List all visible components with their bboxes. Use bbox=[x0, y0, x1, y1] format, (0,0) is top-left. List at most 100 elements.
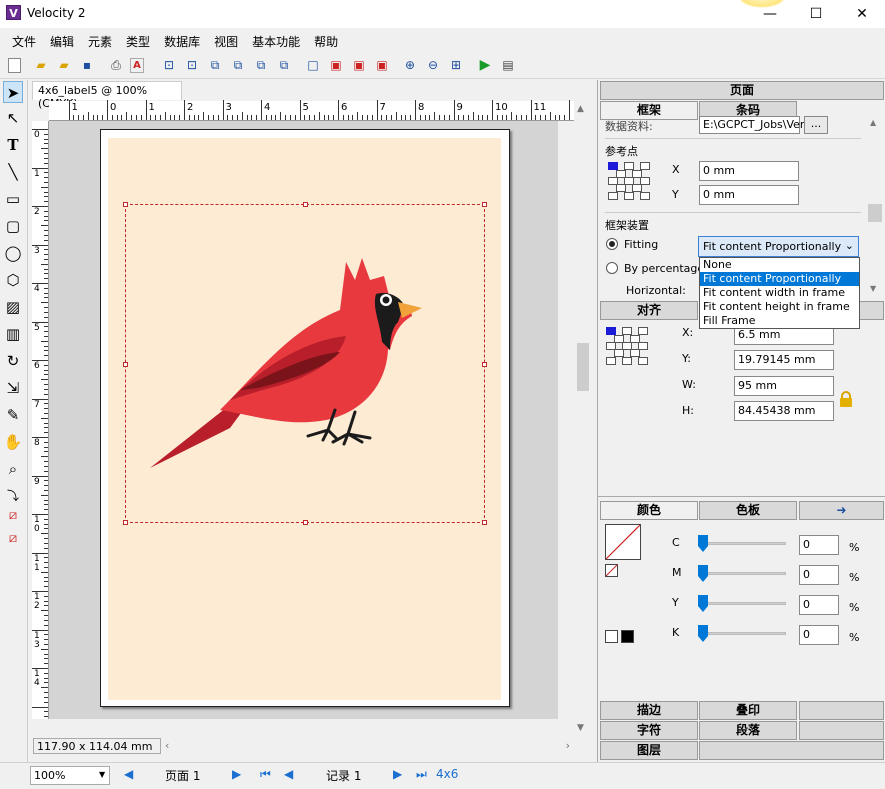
ungroup-icon[interactable]: ⧉ bbox=[275, 56, 293, 74]
fitting-option-none[interactable]: None bbox=[700, 258, 859, 272]
group-icon[interactable]: ⧉ bbox=[252, 56, 270, 74]
polygon-tool-icon[interactable]: ⬡ bbox=[3, 269, 23, 291]
data-file-field[interactable]: E:\GCPCT_Jobs\Ver bbox=[699, 116, 804, 134]
tab-color[interactable]: 颜色 bbox=[600, 501, 698, 520]
tab-overprint[interactable]: 叠印 bbox=[699, 701, 797, 720]
bring-forward-icon[interactable]: ⧉ bbox=[206, 56, 224, 74]
magenta-slider-thumb[interactable] bbox=[698, 565, 708, 582]
horizontal-scrollbar[interactable]: ‹ › bbox=[162, 739, 574, 753]
tab-layers[interactable]: 图层 bbox=[600, 741, 698, 760]
ref-cell[interactable] bbox=[614, 349, 624, 357]
text-tool-icon[interactable]: T bbox=[3, 134, 23, 156]
white-swatch[interactable] bbox=[605, 630, 618, 643]
panel-menu-arrow-icon[interactable]: ➜ bbox=[799, 501, 884, 520]
no-color-icon[interactable]: ⧄ bbox=[3, 528, 23, 550]
width-field[interactable]: 95 mm bbox=[734, 376, 834, 396]
tab-empty[interactable] bbox=[799, 701, 884, 720]
tab-stroke[interactable]: 描边 bbox=[600, 701, 698, 720]
menu-element[interactable]: 元素 bbox=[81, 30, 119, 53]
scroll-thumb[interactable] bbox=[868, 204, 882, 222]
zoom-in-icon[interactable]: ⊕ bbox=[401, 56, 419, 74]
tab-paragraph[interactable]: 段落 bbox=[699, 721, 797, 740]
y-offset-field[interactable]: 0 mm bbox=[699, 185, 799, 205]
ref-bottom-right[interactable] bbox=[640, 192, 650, 200]
align-center-icon[interactable]: ⊡ bbox=[183, 56, 201, 74]
fitting-option-height[interactable]: Fit content height in frame bbox=[700, 300, 859, 314]
ellipse-tool-icon[interactable]: ◯ bbox=[3, 242, 23, 264]
open-folder-icon[interactable]: ▰ bbox=[32, 56, 50, 74]
resize-handle-bottom-left[interactable] bbox=[123, 520, 128, 525]
resize-handle-top[interactable] bbox=[303, 202, 308, 207]
cyan-field[interactable]: 0 bbox=[799, 535, 839, 555]
rotate-tool-icon[interactable]: ↻ bbox=[3, 350, 23, 372]
menu-file[interactable]: 文件 bbox=[5, 30, 43, 53]
zoom-tool-icon[interactable]: ⌕ bbox=[3, 458, 23, 480]
black-field[interactable]: 0 bbox=[799, 625, 839, 645]
export-pdf-icon[interactable]: A bbox=[130, 58, 144, 73]
tab-swatches[interactable]: 色板 bbox=[699, 501, 797, 520]
black-slider-thumb[interactable] bbox=[698, 625, 708, 642]
frame-fill-icon[interactable]: ▣ bbox=[373, 56, 391, 74]
scroll-right-icon[interactable]: › bbox=[566, 739, 570, 752]
ref-bottom-left[interactable] bbox=[608, 192, 618, 200]
scroll-up-icon[interactable]: ▲ bbox=[870, 118, 876, 127]
save-icon[interactable]: ▪ bbox=[78, 56, 96, 74]
tab-empty[interactable] bbox=[699, 741, 884, 760]
first-record-icon[interactable]: ⏮ bbox=[260, 767, 271, 782]
run-icon[interactable]: ▶ bbox=[476, 56, 494, 74]
print-icon[interactable]: ⎙ bbox=[107, 56, 125, 74]
eyedropper-tool-icon[interactable]: ✎ bbox=[3, 404, 23, 426]
fitting-option-width[interactable]: Fit content width in frame bbox=[700, 286, 859, 300]
scroll-down-icon[interactable]: ▼ bbox=[577, 723, 584, 733]
align-reference-grid[interactable] bbox=[606, 327, 648, 365]
resize-handle-bottom[interactable] bbox=[303, 520, 308, 525]
by-percentage-radio[interactable] bbox=[606, 262, 618, 274]
zoom-select[interactable]: 100% ▼ bbox=[30, 766, 110, 785]
ref-top-right[interactable] bbox=[640, 162, 650, 170]
frame-bottom-icon[interactable]: ▣ bbox=[350, 56, 368, 74]
cyan-slider-thumb[interactable] bbox=[698, 535, 708, 552]
height-field[interactable]: 84.45438 mm bbox=[734, 401, 834, 421]
menu-basic-functions[interactable]: 基本功能 bbox=[245, 30, 307, 53]
tab-empty[interactable] bbox=[799, 721, 884, 740]
resize-handle-bottom-right[interactable] bbox=[482, 520, 487, 525]
scale-tool-icon[interactable]: ⇲ bbox=[3, 377, 23, 399]
selected-image-frame[interactable] bbox=[123, 202, 487, 525]
magenta-field[interactable]: 0 bbox=[799, 565, 839, 585]
menu-view[interactable]: 视图 bbox=[207, 30, 245, 53]
menu-edit[interactable]: 编辑 bbox=[43, 30, 81, 53]
yellow-slider-thumb[interactable] bbox=[698, 595, 708, 612]
maximize-button[interactable]: ☐ bbox=[793, 0, 839, 28]
last-record-icon[interactable]: ⏭ bbox=[416, 767, 427, 782]
fitting-select[interactable]: Fit content Proportionally ⌄ bbox=[698, 236, 859, 257]
hand-tool-icon[interactable]: ✋ bbox=[3, 431, 23, 453]
vertical-scroll-thumb[interactable] bbox=[577, 343, 589, 391]
document-tab[interactable]: 4x6_label5 @ 100% (CMYK) bbox=[32, 81, 182, 110]
vertical-scrollbar[interactable]: ▲ ▼ bbox=[574, 101, 591, 739]
fill-stroke-icon[interactable]: ⧄ bbox=[3, 505, 23, 527]
tab-page[interactable]: 页面 bbox=[600, 81, 884, 100]
cyan-slider[interactable] bbox=[702, 542, 786, 545]
zoom-out-icon[interactable]: ⊖ bbox=[424, 56, 442, 74]
frame-top-icon[interactable]: ▣ bbox=[327, 56, 345, 74]
resize-handle-top-right[interactable] bbox=[482, 202, 487, 207]
next-page-icon[interactable]: ▶ bbox=[232, 767, 241, 781]
resize-handle-right[interactable] bbox=[482, 362, 487, 367]
tab-character[interactable]: 字符 bbox=[600, 721, 698, 740]
scroll-up-icon[interactable]: ▲ bbox=[577, 104, 584, 114]
ref-top-left[interactable] bbox=[608, 162, 618, 170]
new-document-icon[interactable] bbox=[8, 58, 21, 73]
direct-select-icon[interactable]: ↖ bbox=[3, 107, 23, 129]
align-left-icon[interactable]: ⊡ bbox=[160, 56, 178, 74]
resize-handle-left[interactable] bbox=[123, 362, 128, 367]
yellow-slider[interactable] bbox=[702, 602, 786, 605]
fitting-option-fill[interactable]: Fill Frame bbox=[700, 314, 859, 328]
preview-icon[interactable]: ▤ bbox=[499, 56, 517, 74]
yellow-field[interactable]: 0 bbox=[799, 595, 839, 615]
prev-record-icon[interactable]: ◀ bbox=[284, 767, 293, 781]
barcode-tool-icon[interactable]: ▥ bbox=[3, 323, 23, 345]
magenta-slider[interactable] bbox=[702, 572, 786, 575]
rectangle-tool-icon[interactable]: ▭ bbox=[3, 188, 23, 210]
minimize-button[interactable]: — bbox=[747, 0, 793, 28]
fill-swatch[interactable] bbox=[605, 524, 641, 560]
